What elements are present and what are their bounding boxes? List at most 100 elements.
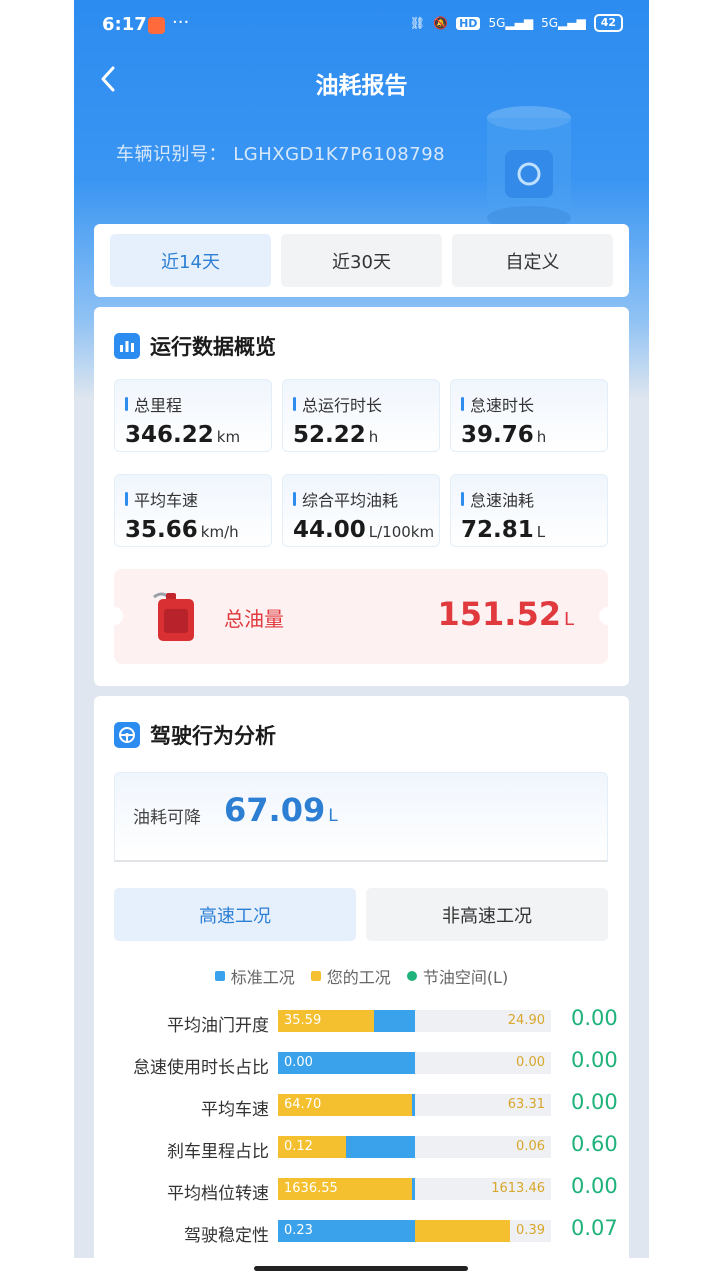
chart-legend: 标准工况 您的工况 节油空间(L) <box>94 964 629 988</box>
hd-icon: HD <box>456 16 481 30</box>
link-icon: ⛓ <box>409 16 426 30</box>
standard-value: 63.31 <box>507 1097 545 1112</box>
bar-chart-icon <box>114 333 140 359</box>
total-fuel-unit: L <box>563 609 574 630</box>
tab-highway[interactable]: 高速工况 <box>114 888 356 941</box>
legend-saving-swatch <box>406 971 417 981</box>
comparison-rows: 平均油门开度 35.59 24.90 0.00 怠速使用时长占比 0.00 0.… <box>94 1006 629 1258</box>
legend-standard-swatch <box>214 971 225 981</box>
tab-non-highway[interactable]: 非高速工况 <box>366 888 608 941</box>
stat-value: 35.66 <box>125 517 198 543</box>
row-name: 刹车里程占比 <box>167 1142 269 1162</box>
standard-value: 1613.46 <box>491 1181 545 1196</box>
stat-value: 346.22 <box>125 422 214 448</box>
status-icons: ⛓ 🔕 HD 5G▂▄▆ 5G▂▄▆ 42 <box>410 14 623 32</box>
fuel-can-icon <box>153 592 194 641</box>
stats-grid: 总里程 346.22 km 总运行时长 52.22 h 怠速时长 39.76 h 平均… <box>114 379 608 547</box>
stat-label: 平均车速 <box>125 487 261 511</box>
reducible-fuel-value-wrap: 67.09 L <box>224 791 338 829</box>
row-name: 平均车速 <box>201 1100 269 1120</box>
reducible-fuel-value: 67.09 <box>224 791 326 829</box>
stat-average-speed: 平均车速 35.66 km/h <box>114 474 272 547</box>
stat-label: 怠速时长 <box>461 392 597 416</box>
bar-track: 35.59 24.90 <box>278 1010 551 1032</box>
stat-unit: L/100km <box>368 523 435 541</box>
stat-value: 72.81 <box>461 517 534 543</box>
fuel-barrel-decoration-icon <box>487 106 571 230</box>
stat-idle-fuel: 怠速油耗 72.81 L <box>450 474 608 547</box>
standard-value: 0.06 <box>516 1139 545 1154</box>
total-fuel-banner: 总油量 151.52 L <box>105 569 617 664</box>
stat-label: 综合平均油耗 <box>293 487 429 511</box>
network-type-2: 5G <box>541 16 558 30</box>
more-notifications-icon: ··· <box>172 12 190 33</box>
app-screen: 6:17 ··· ⛓ 🔕 HD 5G▂▄▆ 5G▂▄▆ 42 油耗报告 车辆识别… <box>74 0 649 1258</box>
stat-unit: h <box>536 428 547 446</box>
comparison-row: 刹车里程占比 0.12 0.06 0.60 <box>94 1132 629 1178</box>
bar-track: 0.12 0.06 <box>278 1136 551 1158</box>
saving-value: 0.00 <box>571 1048 618 1072</box>
status-bar: 6:17 ··· ⛓ 🔕 HD 5G▂▄▆ 5G▂▄▆ 42 <box>74 0 649 52</box>
signal-icon-1: 5G▂▄▆ <box>488 16 534 30</box>
stat-label: 怠速油耗 <box>461 487 597 511</box>
your-value: 0.12 <box>284 1139 313 1154</box>
nav-header: 油耗报告 <box>74 56 649 104</box>
tab-14-days[interactable]: 近14天 <box>110 234 271 287</box>
vin-value: LGHXGD1K7P6108798 <box>233 144 446 165</box>
stat-label: 总里程 <box>125 392 261 416</box>
legend-yours: 您的工况 <box>310 964 391 988</box>
home-indicator[interactable] <box>254 1266 468 1271</box>
legend-yours-swatch <box>310 971 321 981</box>
your-value: 1636.55 <box>284 1181 338 1196</box>
standard-value: 0.39 <box>516 1223 545 1238</box>
bar-track: 1636.55 1613.46 <box>278 1178 551 1200</box>
comparison-row: 怠速使用时长占比 0.00 0.00 0.00 <box>94 1048 629 1094</box>
overview-header: 运行数据概览 <box>114 331 276 361</box>
behavior-header: 驾驶行为分析 <box>114 720 276 750</box>
your-value: 0.23 <box>284 1223 313 1238</box>
stat-average-fuel-consumption: 综合平均油耗 44.00 L/100km <box>282 474 440 547</box>
battery-icon: 42 <box>593 14 623 32</box>
your-value: 64.70 <box>284 1097 322 1112</box>
row-name: 平均油门开度 <box>167 1016 269 1036</box>
reducible-fuel-unit: L <box>328 806 338 826</box>
ticket-notch-left <box>105 607 123 625</box>
vin-line: 车辆识别号： LGHXGD1K7P6108798 <box>116 140 445 166</box>
steering-wheel-icon <box>114 722 140 748</box>
total-fuel-value-wrap: 151.52 L <box>437 595 574 633</box>
stat-total-mileage: 总里程 346.22 km <box>114 379 272 452</box>
your-value: 0.00 <box>284 1055 313 1070</box>
reducible-fuel-label: 油耗可降 <box>133 808 201 828</box>
overview-card: 运行数据概览 总里程 346.22 km 总运行时长 52.22 h 怠速时长 39… <box>94 307 629 686</box>
bar-track: 0.23 0.39 <box>278 1220 551 1242</box>
network-type-1: 5G <box>488 16 506 30</box>
stat-value: 39.76 <box>461 422 534 448</box>
behavior-title: 驾驶行为分析 <box>150 724 276 748</box>
signal-icon-2: 5G▂▄▆ <box>541 16 586 30</box>
stat-unit: L <box>536 523 546 541</box>
stat-idle-time: 怠速时长 39.76 h <box>450 379 608 452</box>
legend-standard: 标准工况 <box>214 964 295 988</box>
stat-total-runtime: 总运行时长 52.22 h <box>282 379 440 452</box>
comparison-row: 平均车速 64.70 63.31 0.00 <box>94 1090 629 1136</box>
legend-saving: 节油空间(L) <box>406 964 508 988</box>
behavior-card: 驾驶行为分析 油耗可降 67.09 L 高速工况 非高速工况 标准工况 您的工况 … <box>94 696 629 1258</box>
tab-30-days[interactable]: 近30天 <box>281 234 442 287</box>
total-fuel-value: 151.52 <box>437 595 561 633</box>
stat-value: 52.22 <box>293 422 366 448</box>
legend-yours-label: 您的工况 <box>326 968 391 987</box>
your-value: 35.59 <box>284 1013 322 1028</box>
standard-value: 0.00 <box>516 1055 545 1070</box>
row-name: 平均档位转速 <box>167 1184 269 1204</box>
legend-standard-label: 标准工况 <box>230 968 295 987</box>
tab-custom[interactable]: 自定义 <box>452 234 613 287</box>
comparison-row: 平均档位转速 1636.55 1613.46 0.00 <box>94 1174 629 1220</box>
stat-label: 总运行时长 <box>293 392 429 416</box>
notification-app-icon <box>148 17 165 34</box>
stat-unit: km <box>216 428 241 446</box>
bar-track: 0.00 0.00 <box>278 1052 551 1074</box>
saving-value: 0.07 <box>571 1216 618 1240</box>
saving-value: 0.00 <box>571 1174 618 1198</box>
saving-value: 0.60 <box>571 1132 618 1156</box>
comparison-row: 驾驶稳定性 0.23 0.39 0.07 <box>94 1216 629 1258</box>
